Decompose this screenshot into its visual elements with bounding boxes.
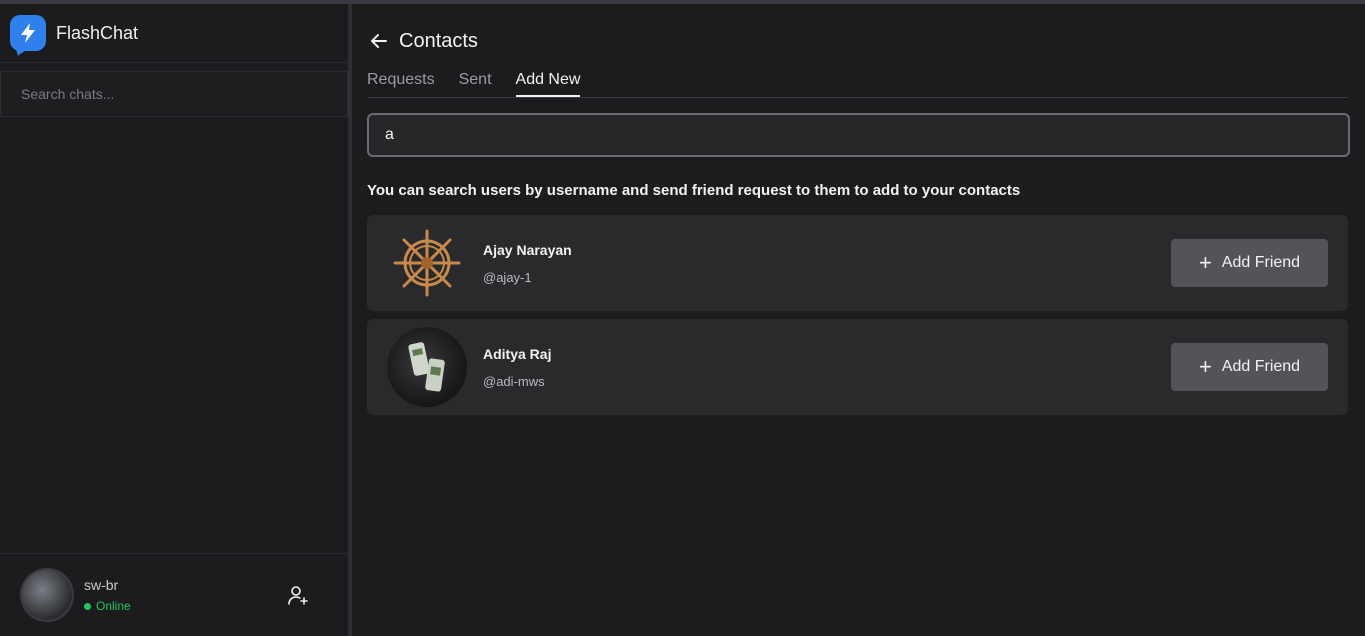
page-title: Contacts: [399, 29, 478, 52]
contacts-panel: Contacts Requests Sent Add New You can s…: [352, 4, 1365, 636]
user-plus-icon: [288, 586, 308, 605]
result-name: Aditya Raj: [483, 345, 552, 362]
tab-sent[interactable]: Sent: [459, 71, 492, 97]
result-info: Aditya Raj @adi-mws: [483, 346, 551, 389]
plus-icon: +: [1198, 250, 1212, 275]
tab-requests[interactable]: Requests: [367, 71, 435, 97]
avatar: [387, 327, 467, 407]
list-item: Ajay Narayan @ajay-1 + Add Friend: [367, 215, 1348, 311]
plus-icon: +: [1198, 354, 1212, 379]
arrow-left-icon: [371, 34, 387, 48]
search-results: Ajay Narayan @ajay-1 + Add Friend Aditya…: [367, 215, 1350, 415]
contacts-tabs: Requests Sent Add New: [367, 60, 1348, 98]
avatar: [387, 223, 467, 303]
add-friend-label: Add Friend: [1221, 254, 1301, 271]
add-friend-label: Add Friend: [1221, 358, 1301, 375]
tab-add-new[interactable]: Add New: [515, 71, 581, 97]
add-contact-button[interactable]: [285, 582, 311, 608]
online-dot-icon: [84, 602, 91, 610]
user-search-box: [367, 113, 1350, 157]
contacts-header: Contacts: [367, 22, 1350, 60]
user-search-input[interactable]: [385, 126, 1285, 144]
ship-wheel-icon: [393, 229, 461, 297]
result-name: Ajay Narayan: [483, 241, 572, 258]
current-user-bar: sw-br Online: [0, 553, 349, 636]
status-text: Online: [96, 599, 131, 613]
list-item: Aditya Raj @adi-mws + Add Friend: [367, 319, 1348, 415]
result-handle: @ajay-1: [483, 269, 532, 285]
back-button[interactable]: [367, 29, 391, 53]
avatar[interactable]: [20, 568, 74, 622]
current-username: sw-br: [84, 577, 119, 593]
app-name: FlashChat: [56, 22, 139, 43]
add-friend-button[interactable]: + Add Friend: [1171, 343, 1328, 391]
brand-header: FlashChat: [0, 4, 349, 63]
phone-mockup-image: [408, 342, 445, 392]
chat-search-input[interactable]: [21, 86, 321, 102]
result-info: Ajay Narayan @ajay-1: [483, 242, 572, 285]
search-hint: You can search users by username and sen…: [367, 182, 1021, 199]
chat-search: [0, 71, 348, 117]
current-user-info: sw-br Online: [84, 577, 131, 613]
result-handle: @adi-mws: [483, 373, 545, 389]
sidebar: FlashChat sw-br Online: [0, 4, 349, 636]
app-shell: FlashChat sw-br Online: [0, 4, 1365, 636]
add-friend-button[interactable]: + Add Friend: [1171, 239, 1328, 287]
flash-logo-icon: [10, 15, 46, 51]
status-badge: Online: [84, 599, 131, 613]
